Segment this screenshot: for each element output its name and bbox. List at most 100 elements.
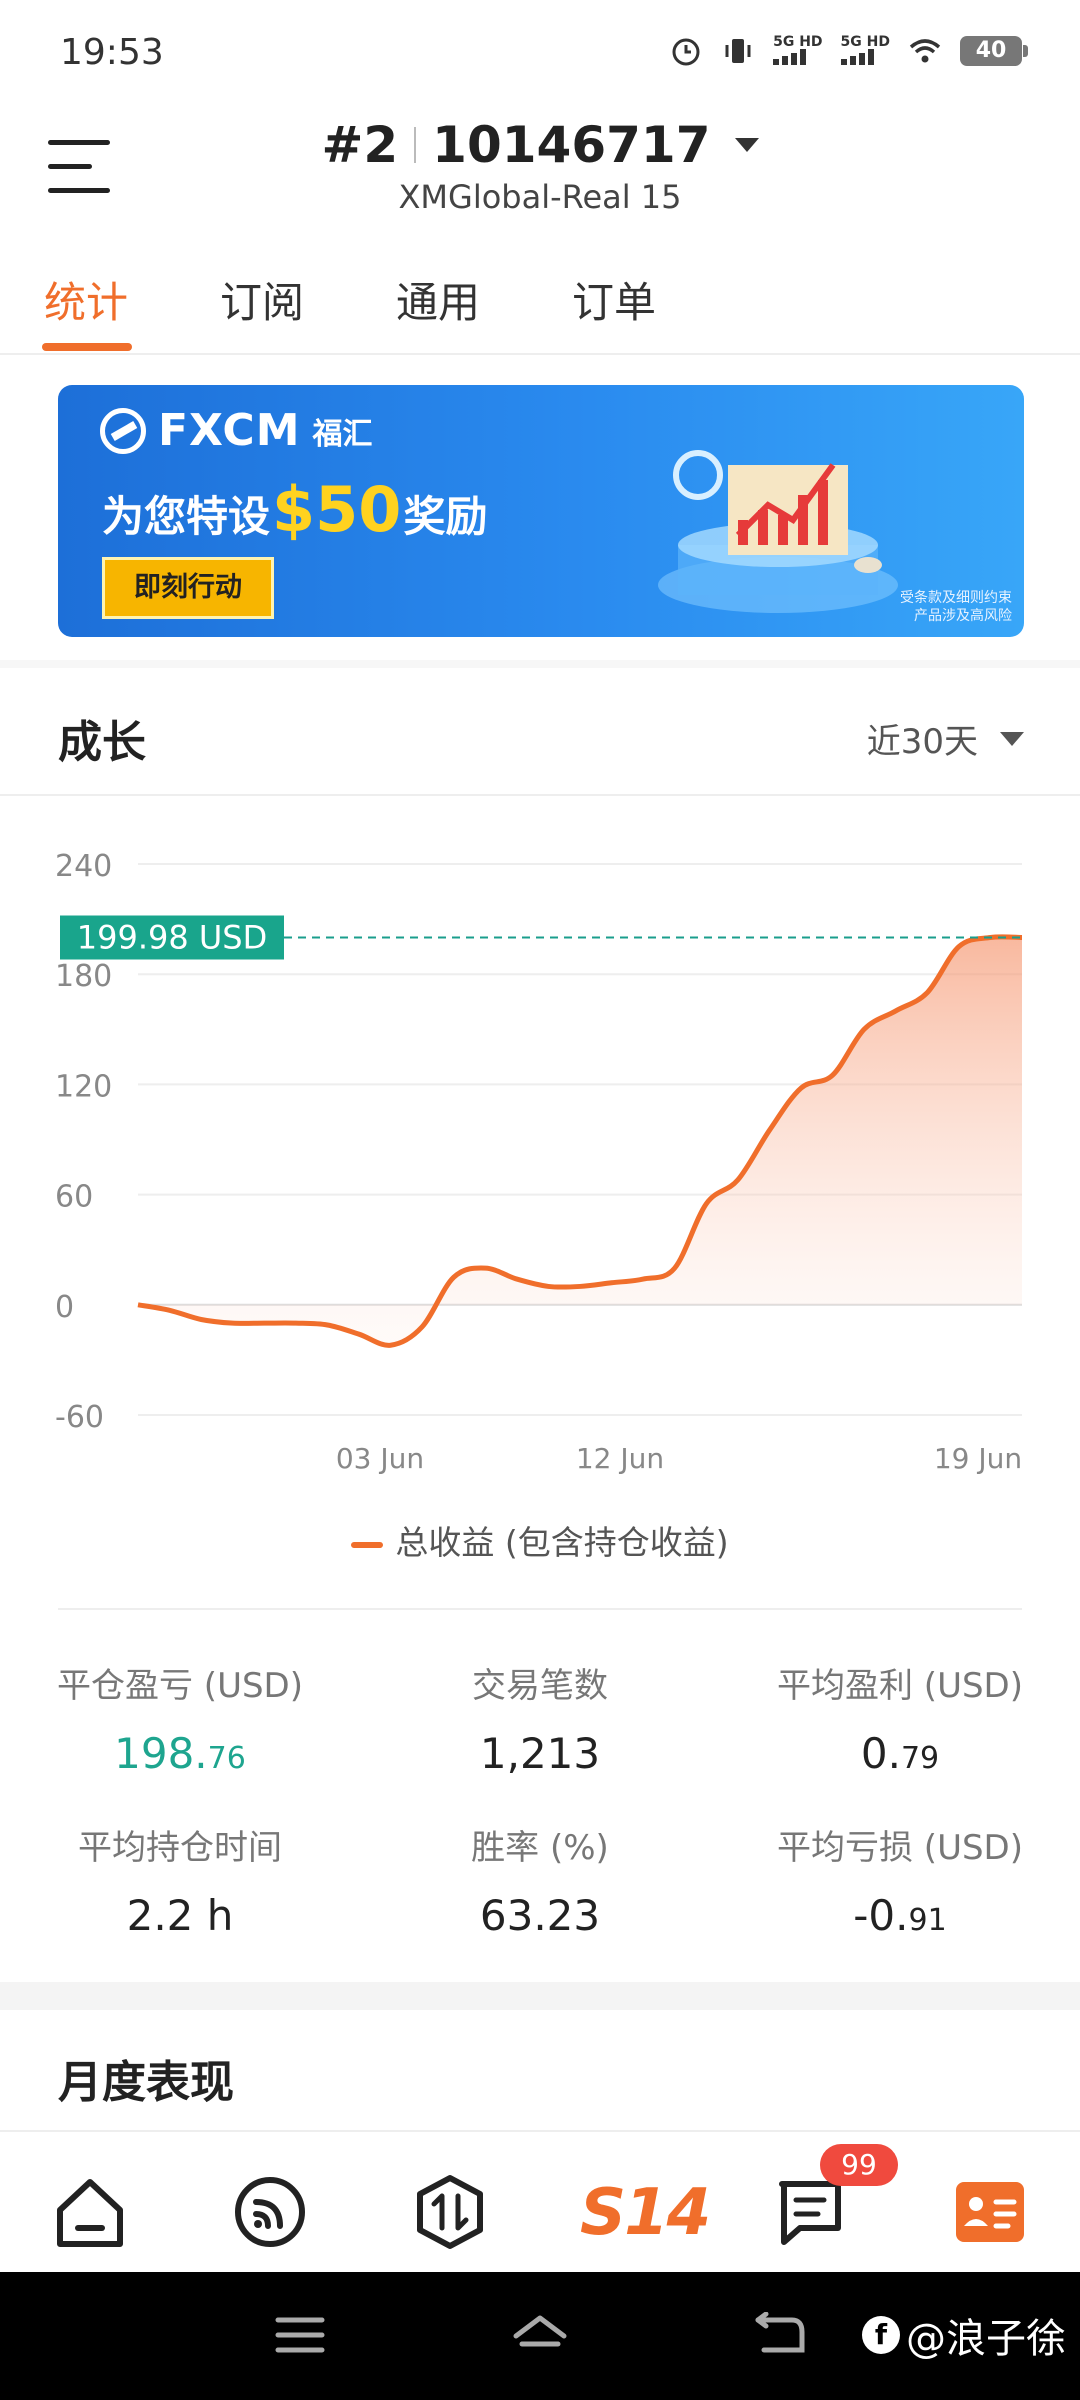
brand-name: FXCM bbox=[158, 405, 301, 456]
stat-trade-count: 交易笔数 1,213 bbox=[360, 1658, 720, 1778]
stat-value: -0.91 bbox=[720, 1891, 1080, 1940]
home-icon[interactable] bbox=[50, 2172, 130, 2252]
period-selector[interactable]: 近30天 bbox=[867, 714, 1024, 763]
s14-logo[interactable]: S14 bbox=[580, 2176, 711, 2250]
banner-illustration bbox=[658, 450, 898, 613]
server-name: XMGlobal-Real 15 bbox=[398, 178, 682, 216]
stat-label: 胜率 (%) bbox=[471, 1828, 609, 1868]
x-tick-label: 19 Jun bbox=[934, 1442, 1022, 1475]
account-separator bbox=[414, 127, 417, 163]
stat-value-main: 0. bbox=[860, 1729, 901, 1778]
growth-header: 成长 近30天 bbox=[0, 670, 1080, 796]
signal-icon-1 bbox=[773, 48, 807, 65]
stats-grid: 平仓盈亏 (USD) 198.76 交易笔数 1,213 平均盈利 (USD) … bbox=[0, 1640, 1080, 1960]
stat-value-decimal: 76 bbox=[207, 1741, 246, 1776]
account-number: 10146717 bbox=[432, 116, 711, 174]
stat-value: 1,213 bbox=[360, 1729, 720, 1778]
signal-icon-2 bbox=[840, 48, 874, 65]
brand-logo: FXCM 福汇 bbox=[100, 405, 373, 456]
watermark-logo-icon: f bbox=[862, 2316, 900, 2354]
y-tick-label: 0 bbox=[55, 1290, 74, 1325]
account-index: #2 bbox=[321, 116, 399, 174]
banner-cta-button[interactable]: 即刻行动 bbox=[102, 557, 274, 619]
stat-value-decimal: 79 bbox=[900, 1741, 940, 1776]
legend-label: 总收益 (包含持仓收益) bbox=[395, 1523, 729, 1562]
stat-value-main: -0. bbox=[853, 1891, 909, 1940]
network-label-1: 5G HD bbox=[773, 33, 823, 50]
chart-legend: 总收益 (包含持仓收益) bbox=[0, 1516, 1080, 1564]
stat-win-rate: 胜率 (%) 63.23 bbox=[360, 1820, 720, 1940]
tab-general[interactable]: 通用 bbox=[396, 269, 480, 330]
account-selector[interactable]: #2 10146717 XMGlobal-Real 15 bbox=[0, 116, 1080, 216]
banner-headline: 为您特设 $50 奖励 bbox=[102, 473, 487, 546]
stat-value-main: 198. bbox=[114, 1729, 208, 1778]
tab-subscribe[interactable]: 订阅 bbox=[220, 269, 304, 330]
watermark-text: @浪子徐 bbox=[906, 2316, 1066, 2362]
trade-icon[interactable] bbox=[410, 2172, 490, 2252]
stat-closed-pnl: 平仓盈亏 (USD) 198.76 bbox=[0, 1658, 360, 1778]
feed-icon[interactable] bbox=[230, 2172, 310, 2252]
section-gap bbox=[0, 660, 1080, 668]
disclaimer-line-1: 受条款及细则约束 bbox=[900, 590, 1012, 606]
stat-value-main: 1,213 bbox=[479, 1729, 601, 1778]
network-label-2: 5G HD bbox=[840, 33, 890, 50]
stat-value-main: 2.2 h bbox=[126, 1891, 234, 1940]
network-indicator-1: 5G HD bbox=[773, 33, 823, 68]
growth-title: 成长 bbox=[58, 717, 146, 768]
stat-value-decimal: 91 bbox=[908, 1903, 947, 1938]
y-tick-label: 180 bbox=[55, 959, 112, 994]
stat-value: 198.76 bbox=[0, 1729, 360, 1778]
vibrate-icon bbox=[725, 39, 751, 63]
y-tick-label: 240 bbox=[55, 849, 112, 884]
account-card-icon[interactable] bbox=[950, 2172, 1030, 2252]
growth-chart-svg: 240 180 120 60 0 -60 199.98 USD 03 Jun 12 Jun 19 … bbox=[55, 849, 1022, 1475]
brand-name-cn: 福汇 bbox=[312, 416, 373, 452]
status-icons: 5G HD 5G HD 40 bbox=[669, 33, 1028, 68]
y-tick-label: -60 bbox=[55, 1400, 104, 1435]
status-bar: 19:53 5G HD 5G HD 40 bbox=[0, 0, 1080, 110]
promo-banner[interactable]: FXCM 福汇 为您特设 $50 奖励 即刻行动 受条款及细则约束 产品涉及高风… bbox=[58, 385, 1024, 637]
watermark: f @浪子徐 bbox=[862, 2306, 1066, 2364]
x-tick-label: 03 Jun bbox=[336, 1442, 424, 1475]
stat-label: 平均盈利 (USD) bbox=[777, 1666, 1023, 1706]
stat-avg-profit: 平均盈利 (USD) 0.79 bbox=[720, 1658, 1080, 1778]
stat-value: 2.2 h bbox=[0, 1891, 360, 1940]
battery-indicator: 40 bbox=[960, 36, 1028, 66]
tab-bar: 统计 订阅 通用 订单 bbox=[0, 255, 1080, 355]
period-label: 近30天 bbox=[866, 722, 978, 762]
section-gap bbox=[0, 1982, 1080, 2010]
stat-label: 平均亏损 (USD) bbox=[777, 1828, 1023, 1868]
network-indicator-2: 5G HD bbox=[840, 33, 890, 68]
headline-amount: $50 bbox=[272, 473, 402, 546]
stat-value-main: 63.23 bbox=[479, 1891, 601, 1940]
back-icon[interactable] bbox=[750, 2312, 810, 2358]
stat-avg-loss: 平均亏损 (USD) -0.91 bbox=[720, 1820, 1080, 1940]
y-tick-label: 60 bbox=[55, 1180, 93, 1215]
stat-avg-hold-time: 平均持仓时间 2.2 h bbox=[0, 1820, 360, 1940]
headline-pre: 为您特设 bbox=[102, 492, 271, 541]
alarm-icon bbox=[672, 38, 700, 66]
tab-orders[interactable]: 订单 bbox=[572, 269, 656, 330]
current-value-label: 199.98 USD bbox=[77, 919, 268, 957]
chevron-down-icon bbox=[734, 138, 759, 152]
recent-apps-icon[interactable] bbox=[270, 2312, 330, 2358]
legend-swatch bbox=[351, 1541, 384, 1548]
bottom-nav: S14 99 bbox=[0, 2130, 1080, 2272]
chevron-down-icon bbox=[1000, 731, 1024, 746]
disclaimer-line-2: 产品涉及高风险 bbox=[914, 608, 1012, 624]
y-tick-label: 120 bbox=[55, 1069, 112, 1104]
active-tab-indicator bbox=[42, 343, 132, 351]
stat-label: 平均持仓时间 bbox=[78, 1828, 282, 1868]
status-time: 19:53 bbox=[60, 32, 164, 73]
growth-chart: 240 180 120 60 0 -60 199.98 USD 03 Jun 12 Jun 19 … bbox=[0, 800, 1080, 1620]
stat-label: 平仓盈亏 (USD) bbox=[57, 1666, 303, 1706]
divider bbox=[58, 1608, 1022, 1610]
home-nav-icon[interactable] bbox=[510, 2312, 570, 2358]
headline-post: 奖励 bbox=[403, 492, 488, 541]
fxcm-logo-icon bbox=[100, 407, 146, 454]
banner-disclaimer: 受条款及细则约束 产品涉及高风险 bbox=[900, 589, 1012, 625]
stat-value: 63.23 bbox=[360, 1891, 720, 1940]
tab-stats[interactable]: 统计 bbox=[44, 269, 128, 330]
stat-label: 交易笔数 bbox=[472, 1666, 608, 1706]
monthly-performance-title: 月度表现 bbox=[58, 2057, 234, 2108]
